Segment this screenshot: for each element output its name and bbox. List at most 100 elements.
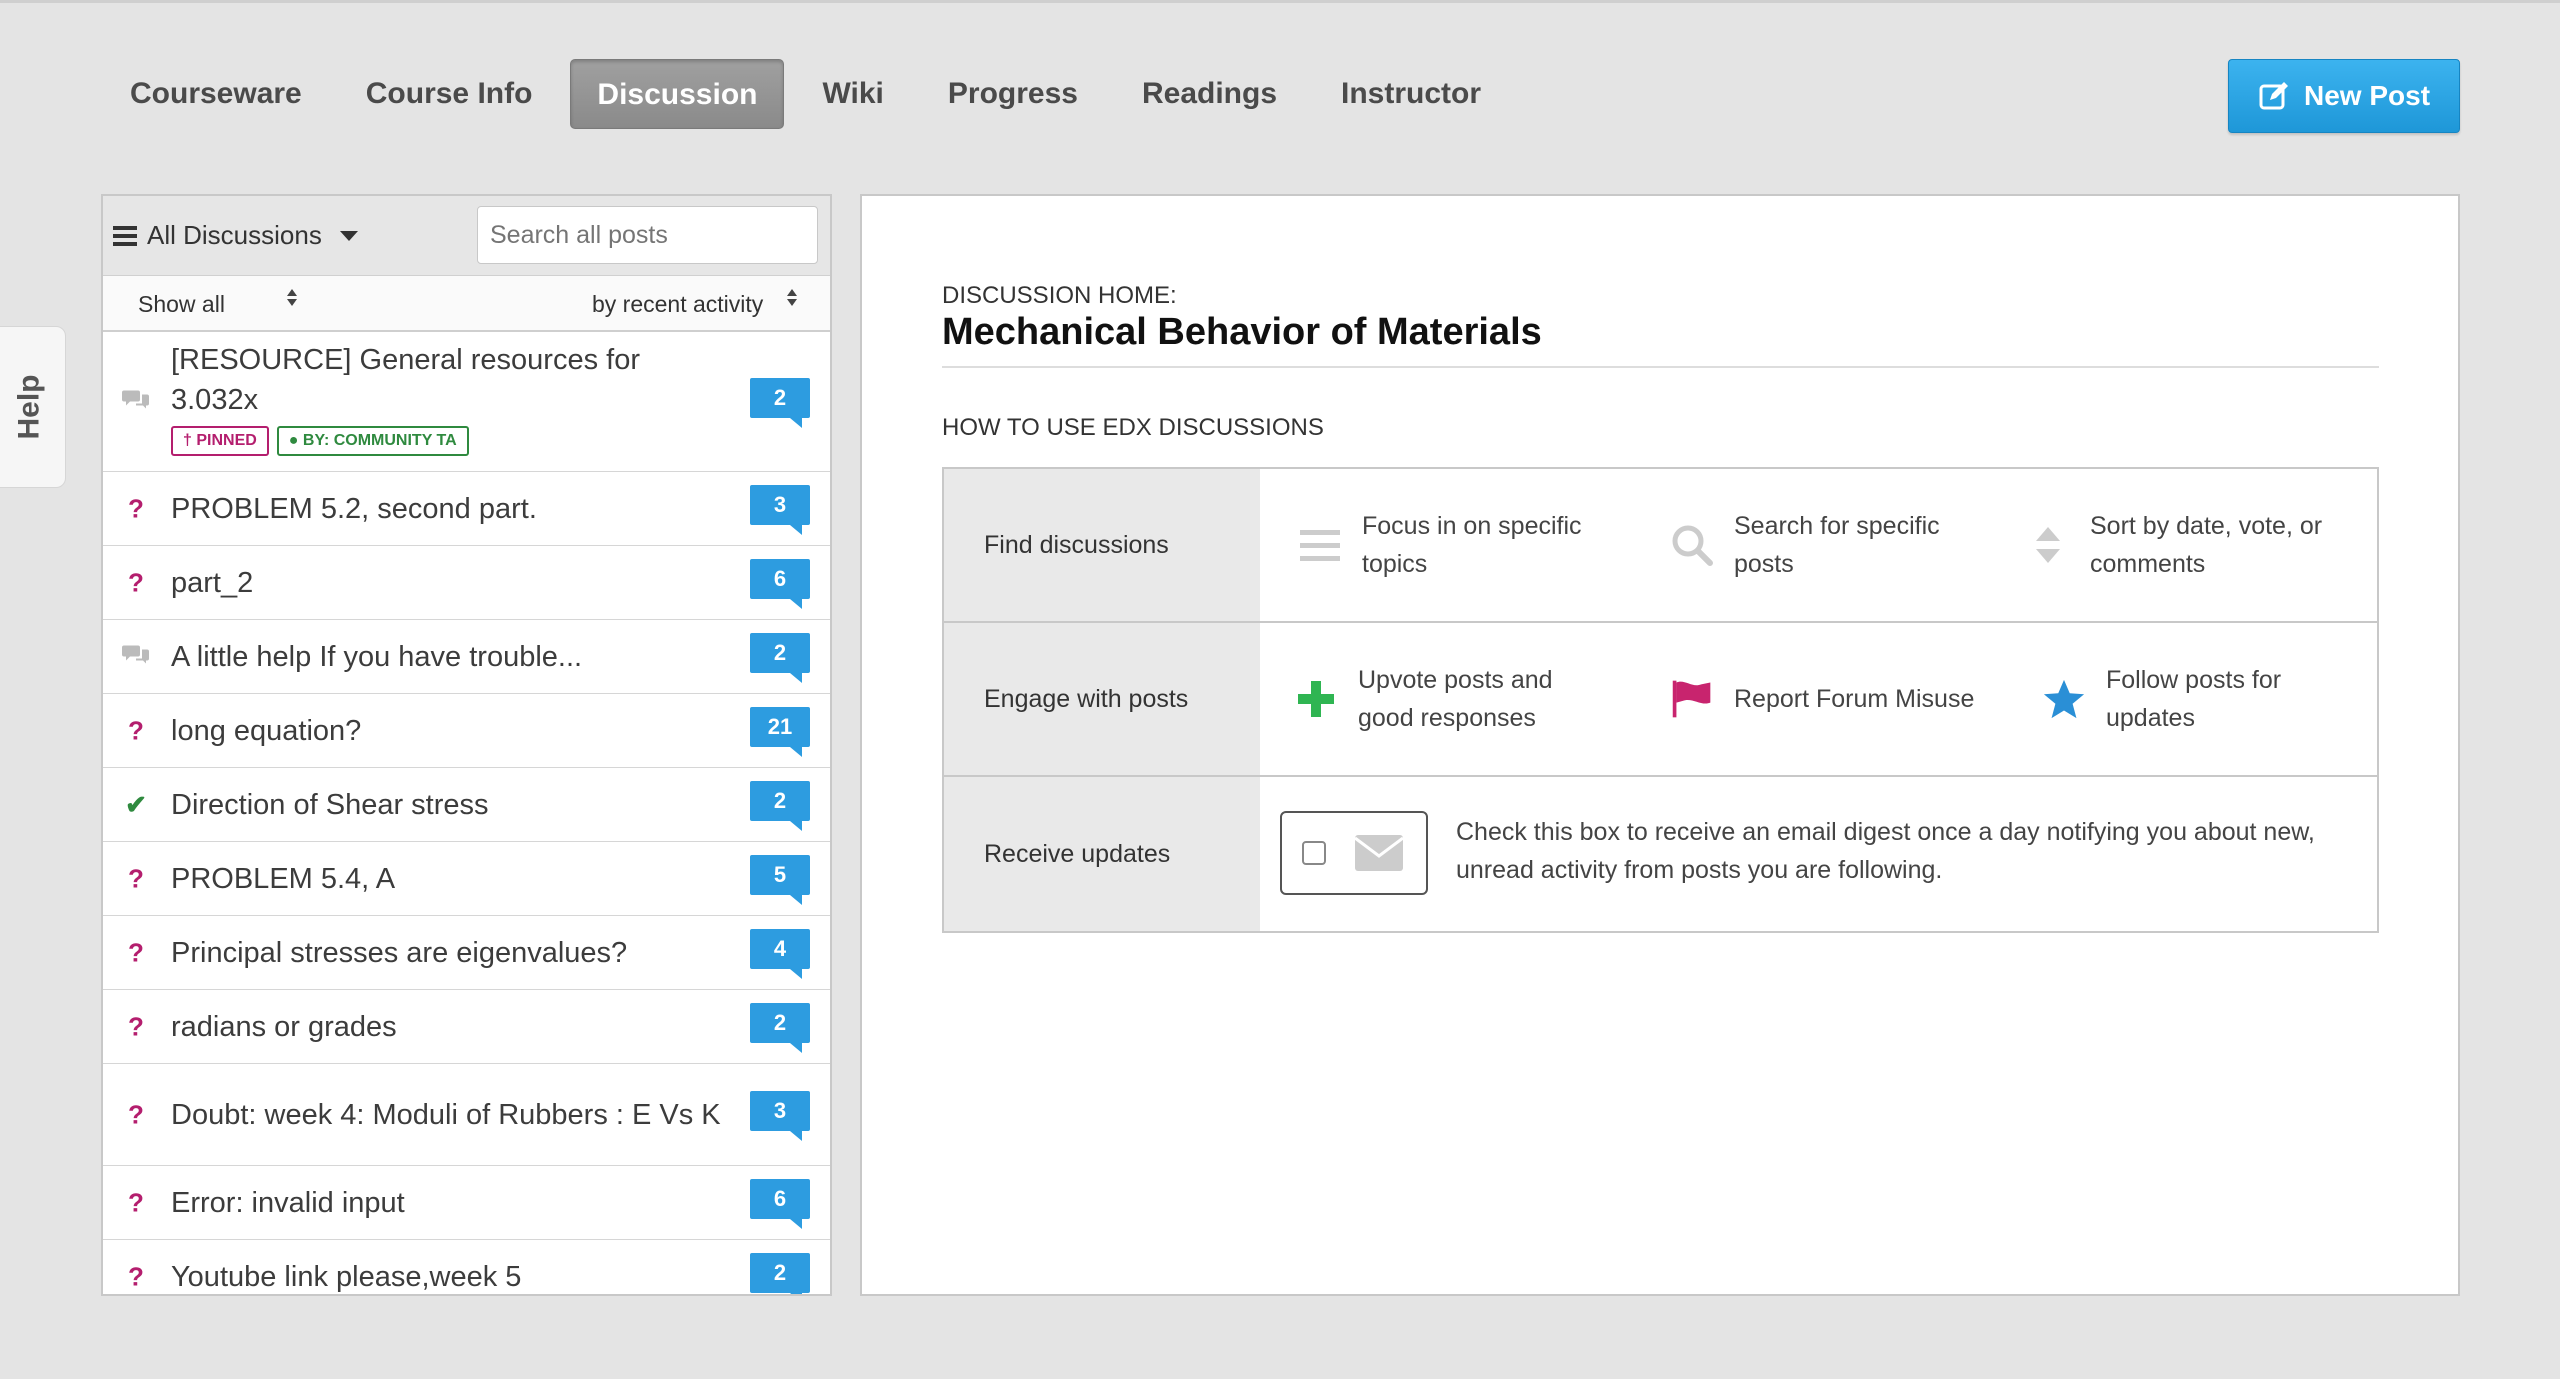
- help-tab[interactable]: Help: [0, 326, 66, 488]
- tab-instructor[interactable]: Instructor: [1315, 59, 1507, 129]
- pinned-badge: † PINNED: [171, 426, 269, 456]
- thread-list-header: All Discussions: [103, 196, 830, 276]
- howto-item-text: Upvote posts and good responses: [1358, 666, 1553, 732]
- howto-row-updates: Receive updates Check this box to receiv…: [944, 777, 2377, 931]
- thread-title: radians or grades: [171, 1010, 397, 1043]
- list-icon: [1298, 523, 1342, 567]
- tab-courseware[interactable]: Courseware: [104, 59, 328, 129]
- howto-item-text: Search for specific posts: [1734, 512, 1940, 578]
- email-digest-checkbox[interactable]: [1302, 841, 1326, 865]
- howto-table: Find discussions Focus in on specific top…: [942, 467, 2379, 933]
- howto-row-content: Focus in on specific topics Search for sp…: [1260, 469, 2377, 621]
- thread-item[interactable]: ? PROBLEM 5.4, A 5: [103, 842, 830, 916]
- plus-icon: [1294, 677, 1338, 721]
- howto-item: Focus in on specific topics: [1298, 469, 1582, 621]
- discussion-home-panel: DISCUSSION HOME: Mechanical Behavior of …: [860, 194, 2460, 1296]
- howto-row-label: Receive updates: [944, 777, 1260, 931]
- comment-count-badge: 3: [750, 1090, 810, 1141]
- tab-wiki[interactable]: Wiki: [796, 59, 909, 129]
- question-icon: ?: [128, 493, 144, 523]
- thread-title: A little help If you have trouble...: [171, 640, 583, 673]
- thread-title: Error: invalid input: [171, 1186, 405, 1219]
- caret-down-icon: [339, 230, 358, 241]
- howto-item: Sort by date, vote, or comments: [2026, 469, 2322, 621]
- new-post-button[interactable]: New Post: [2228, 59, 2460, 133]
- thread-title: Youtube link please,week 5: [171, 1260, 522, 1293]
- comment-count-badge: 2: [750, 1252, 810, 1294]
- check-icon: ✔: [125, 789, 147, 819]
- community-ta-badge: ● BY: COMMUNITY TA: [276, 426, 469, 456]
- new-post-label: New Post: [2303, 80, 2431, 111]
- comments-icon: [121, 386, 151, 417]
- edit-icon: [2259, 82, 2288, 110]
- question-icon: ?: [128, 567, 144, 597]
- thread-item[interactable]: ? Error: invalid input 6: [103, 1166, 830, 1240]
- search-box: [477, 206, 818, 264]
- comment-count-badge: 21: [750, 706, 810, 757]
- thread-item[interactable]: ? Doubt: week 4: Moduli of Rubbers : E V…: [103, 1064, 830, 1166]
- howto-item-text: Report Forum Misuse: [1734, 685, 1975, 713]
- thread-item[interactable]: ✔ Direction of Shear stress 2: [103, 768, 830, 842]
- thread-title: PROBLEM 5.2, second part.: [171, 492, 537, 525]
- thread-item[interactable]: A little help If you have trouble... 2: [103, 620, 830, 694]
- thread-title: [RESOURCE] General resources for 3.032x: [171, 344, 640, 416]
- howto-row-content: Upvote posts and good responses Report Fo…: [1260, 623, 2377, 775]
- sort-select[interactable]: by recent activity: [592, 291, 763, 318]
- thread-list-panel: All Discussions Show all by recent activ…: [101, 194, 832, 1296]
- howto-item-text: Sort by date, vote, or comments: [2090, 512, 2323, 578]
- howto-row-content: Check this box to receive an email diges…: [1260, 777, 2377, 931]
- top-border: [0, 0, 2560, 3]
- thread-item[interactable]: ? radians or grades 2: [103, 990, 830, 1064]
- question-icon: ?: [128, 937, 144, 967]
- comment-count-badge: 5: [750, 854, 810, 905]
- question-icon: ?: [128, 1261, 144, 1291]
- tab-progress[interactable]: Progress: [922, 59, 1104, 129]
- filter-select[interactable]: Show all: [138, 291, 225, 318]
- tab-course-info[interactable]: Course Info: [340, 59, 559, 129]
- howto-row-label: Find discussions: [944, 469, 1260, 621]
- comment-count-badge: 4: [750, 928, 810, 979]
- howto-row-label: Engage with posts: [944, 623, 1260, 775]
- thread-list-sort-bar: Show all by recent activity: [103, 276, 830, 332]
- course-title: Mechanical Behavior of Materials: [942, 311, 1542, 353]
- comment-count-badge: 2: [750, 1002, 810, 1053]
- thread-title: Direction of Shear stress: [171, 788, 489, 821]
- comments-icon: [121, 641, 151, 672]
- thread-item[interactable]: ? Youtube link please,week 5 2: [103, 1240, 830, 1294]
- question-icon: ?: [128, 1011, 144, 1041]
- tab-readings[interactable]: Readings: [1116, 59, 1303, 129]
- course-nav-tabs: Courseware Course Info Discussion Wiki P…: [104, 59, 1519, 129]
- sort-icon: [2026, 523, 2070, 567]
- search-icon: [1670, 523, 1714, 567]
- question-icon: ?: [128, 1187, 144, 1217]
- comment-count-badge: 6: [750, 558, 810, 609]
- all-discussions-label: All Discussions: [147, 220, 322, 250]
- thread-title: long equation?: [171, 714, 362, 747]
- thread-item[interactable]: ? PROBLEM 5.2, second part. 3: [103, 472, 830, 546]
- all-discussions-menu[interactable]: All Discussions: [113, 220, 358, 251]
- question-icon: ?: [128, 1099, 144, 1129]
- howto-item-text: Follow posts for updates: [2106, 666, 2282, 732]
- howto-item: Search for specific posts: [1670, 469, 1940, 621]
- filter-select-arrows-icon: [287, 289, 297, 306]
- thread-title: PROBLEM 5.4, A: [171, 862, 396, 895]
- email-digest-toggle[interactable]: [1280, 811, 1428, 895]
- comment-count-badge: 2: [750, 632, 810, 683]
- thread-title: part_2: [171, 566, 254, 599]
- comment-count-badge: 2: [750, 377, 810, 428]
- help-tab-label: Help: [12, 374, 46, 440]
- tab-discussion[interactable]: Discussion: [570, 59, 785, 129]
- thread-item[interactable]: ? part_2 6: [103, 546, 830, 620]
- thread-title: Principal stresses are eigenvalues?: [171, 936, 628, 969]
- thread-item[interactable]: ? Principal stresses are eigenvalues? 4: [103, 916, 830, 990]
- email-digest-text: Check this box to receive an email diges…: [1456, 818, 2315, 884]
- search-input[interactable]: [490, 220, 812, 250]
- thread-item[interactable]: [RESOURCE] General resources for 3.032x …: [103, 332, 830, 472]
- thread-item[interactable]: ? long equation? 21: [103, 694, 830, 768]
- sort-select-arrows-icon: [787, 289, 797, 306]
- divider: [942, 366, 2379, 368]
- comment-count-badge: 2: [750, 780, 810, 831]
- howto-item-text: Focus in on specific topics: [1362, 512, 1582, 578]
- howto-item: Report Forum Misuse: [1670, 623, 1974, 775]
- discussion-home-label: DISCUSSION HOME:: [942, 282, 1177, 309]
